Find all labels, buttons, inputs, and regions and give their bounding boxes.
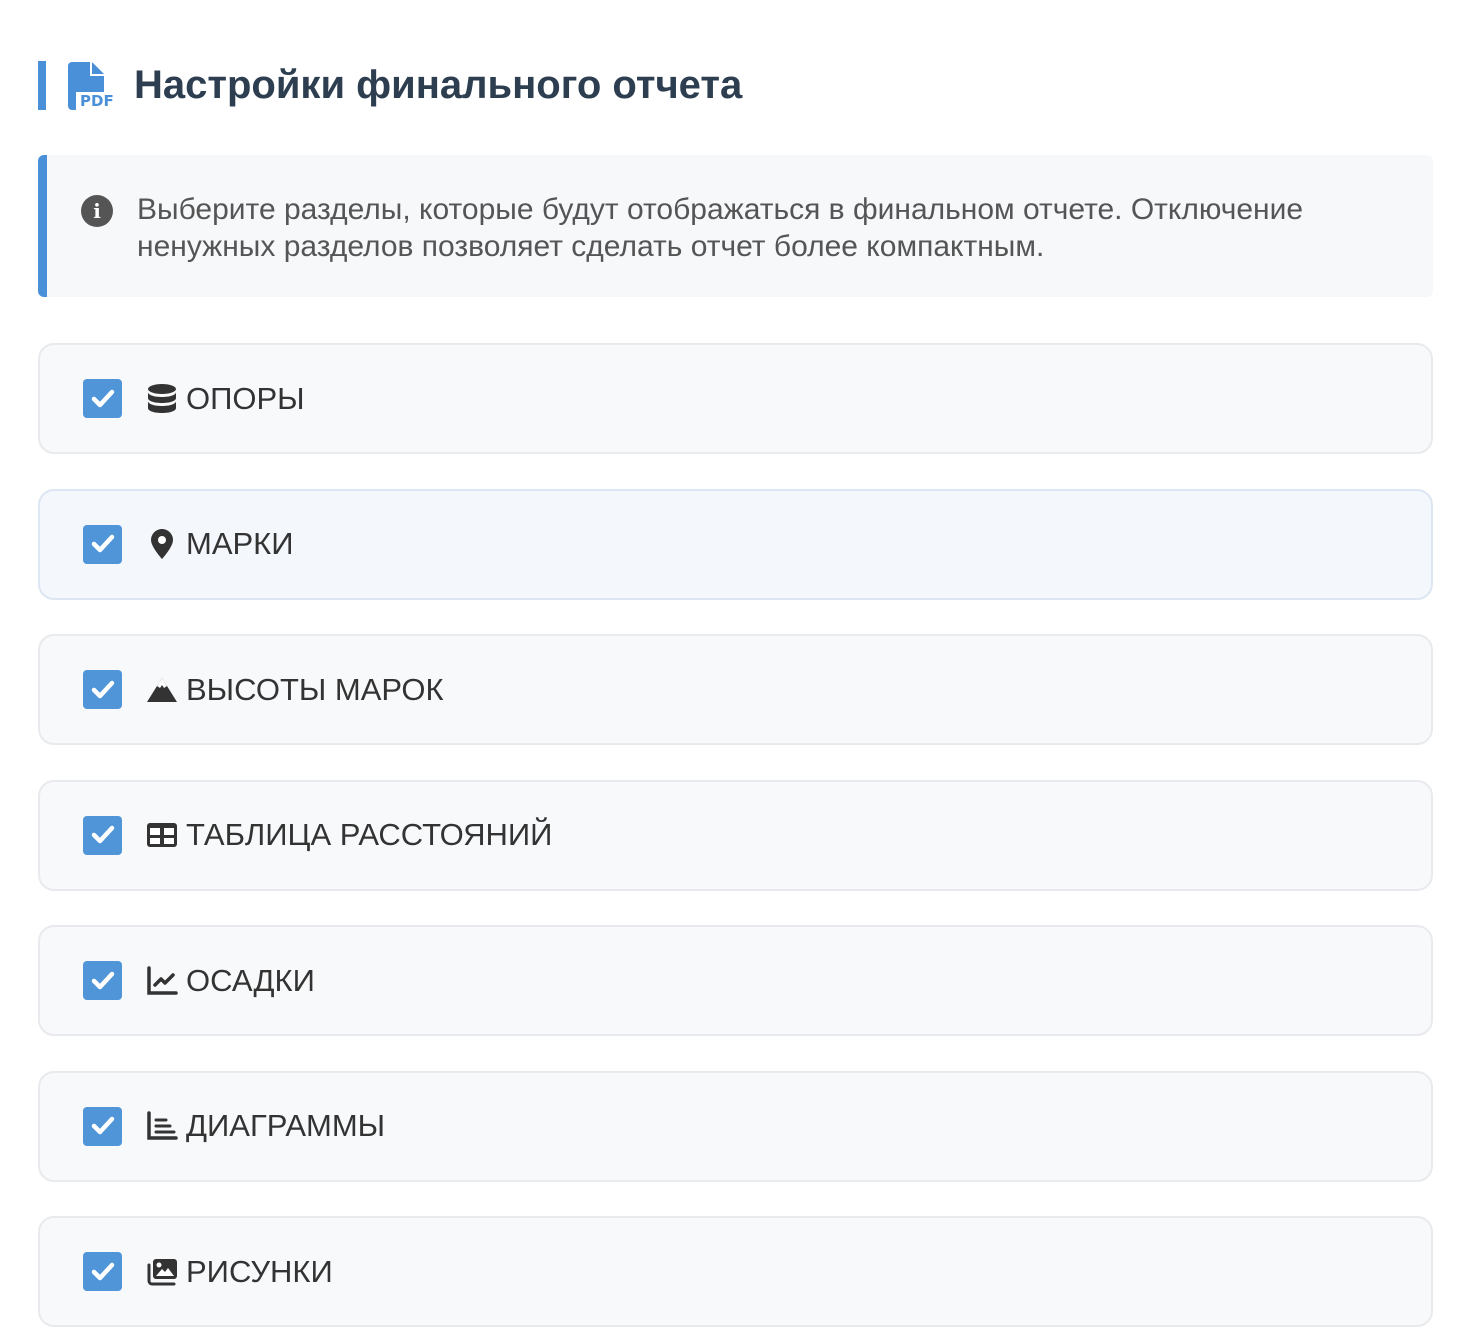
table-icon — [146, 818, 178, 852]
section-label: ВЫСОТЫ МАРОК — [186, 671, 444, 707]
check-icon — [91, 1262, 114, 1280]
page-header: PDF Настройки финального отчета — [38, 61, 742, 110]
section-toggle-item[interactable]: ВЫСОТЫ МАРОК — [38, 634, 1433, 745]
section-toggle-item[interactable]: ОПОРЫ — [38, 343, 1433, 454]
section-toggle-item[interactable]: ТАБЛИЦА РАССТОЯНИЙ — [38, 779, 1433, 891]
page-title: Настройки финального отчета — [134, 63, 743, 107]
section-toggle-item[interactable]: ОСАДКИ — [38, 925, 1433, 1036]
check-icon — [91, 971, 114, 989]
section-toggle-item[interactable]: ДИАГРАММЫ — [38, 1070, 1433, 1182]
section-checkbox[interactable] — [83, 1252, 122, 1291]
section-label: ТАБЛИЦА РАССТОЯНИЙ — [186, 817, 553, 852]
images-icon — [146, 1255, 178, 1289]
info-banner: i Выберите разделы, которые будут отобра… — [38, 155, 1433, 297]
section-checkbox[interactable] — [83, 1106, 122, 1146]
file-pdf-icon: PDF — [68, 61, 114, 110]
check-icon — [91, 680, 114, 698]
section-toggle-item[interactable]: РИСУНКИ — [38, 1216, 1433, 1327]
mountain-icon — [146, 673, 178, 707]
map-marker-icon — [146, 527, 178, 561]
chart-line-icon — [146, 964, 178, 998]
svg-text:PDF: PDF — [80, 92, 114, 110]
section-checkbox[interactable] — [83, 815, 122, 855]
section-toggle-item[interactable]: МАРКИ — [38, 488, 1433, 600]
section-checkbox[interactable] — [83, 524, 122, 564]
chart-bar-icon — [146, 1109, 178, 1143]
check-icon — [91, 534, 114, 553]
section-label: ДИАГРАММЫ — [186, 1108, 386, 1143]
section-checkbox[interactable] — [83, 379, 122, 418]
database-icon — [146, 382, 178, 416]
check-icon — [91, 389, 114, 407]
check-icon — [91, 825, 114, 844]
section-label: ОСАДКИ — [186, 962, 315, 998]
section-label: МАРКИ — [186, 526, 294, 561]
section-checkbox[interactable] — [83, 670, 122, 709]
section-label: РИСУНКИ — [186, 1253, 333, 1289]
section-checkbox[interactable] — [83, 961, 122, 1000]
check-icon — [91, 1116, 114, 1135]
info-text: Выберите разделы, которые будут отобража… — [137, 193, 1304, 263]
info-circle-icon: i — [81, 195, 113, 227]
section-label: ОПОРЫ — [186, 380, 305, 416]
